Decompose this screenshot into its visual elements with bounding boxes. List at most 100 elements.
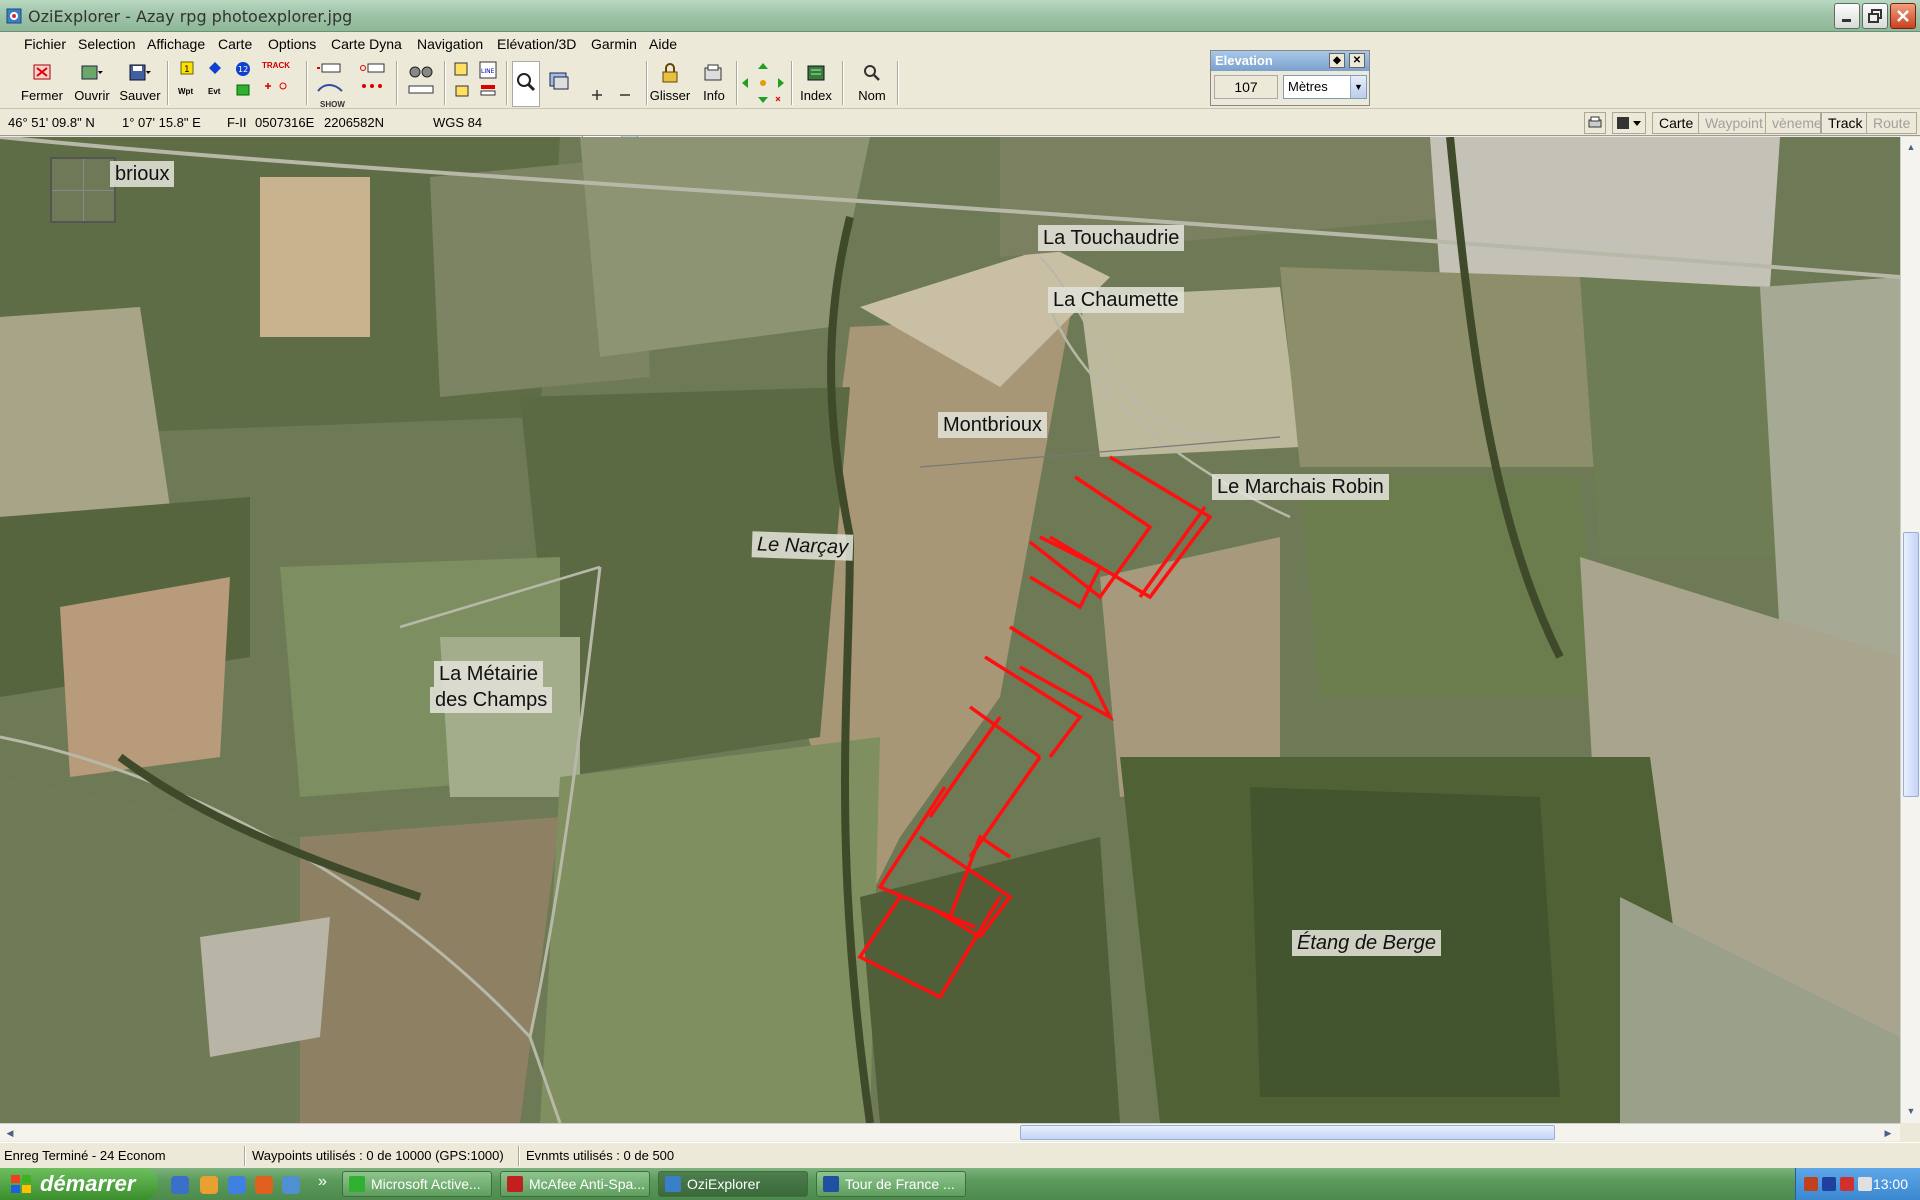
menu-selection[interactable]: Selection [78,36,136,52]
index-icon [807,65,825,81]
print-button[interactable] [1584,112,1606,134]
task-tour-de-france[interactable]: Tour de France ... [816,1171,966,1197]
evt-label: Evt [208,87,221,96]
evt-tool[interactable]: Evt [202,61,228,107]
close-icon[interactable]: ✕ [1349,53,1365,68]
place-label: Étang de Berge [1292,930,1441,956]
overview-thumbnail[interactable] [50,157,116,223]
coordinate-bar: 46° 51' 09.8" N 1° 07' 15.8" E F-II 0507… [0,110,1920,136]
toolbar-separator [444,61,446,105]
app-task-icon [665,1176,681,1192]
name-search-tool[interactable] [404,61,438,107]
sauver-button[interactable]: Sauver [118,61,162,107]
grid-zone-readout: F-II [227,115,247,130]
zoom-tool[interactable] [512,61,540,107]
maximize-button[interactable] [1862,3,1888,29]
tab-route[interactable]: Route [1866,112,1918,134]
nom-button[interactable]: Nom [852,61,892,107]
overlay-icon [454,62,468,76]
menu-carte[interactable]: Carte [218,36,252,52]
map-overlay-tool[interactable] [450,61,474,107]
lock-icon [662,63,678,83]
scroll-down-icon[interactable]: ▼ [1903,1103,1919,1119]
menu-fichier[interactable]: Fichier [24,36,66,52]
vertical-scroll-thumb[interactable] [1903,532,1919,797]
horizontal-scroll-thumb[interactable] [1020,1125,1555,1140]
task-mcafee[interactable]: McAfee Anti-Spa... [500,1171,650,1197]
place-label: La Métairie [434,661,543,687]
info-label: Info [703,88,725,103]
elevation-header[interactable]: Elevation ◆ ✕ [1211,51,1369,71]
zoom-out-icon[interactable] [618,88,632,102]
task-oziexplorer[interactable]: OziExplorer [658,1171,808,1197]
show-waypoints-tool[interactable]: SHOW [312,61,348,109]
show-track-icon [317,84,343,92]
place-label: La Chaumette [1048,287,1184,313]
numbered-wpt-tool[interactable]: 12 [230,61,256,107]
index-button[interactable]: Index [796,61,836,107]
window-icon [549,72,569,90]
menu-affichage[interactable]: Affichage [147,36,205,52]
vertical-scrollbar[interactable]: ▲ ▼ [1900,137,1920,1123]
save-icon [129,64,151,81]
toolbar-separator [736,61,738,105]
latitude-readout: 46° 51' 09.8" N [8,115,95,130]
task-microsoft-active[interactable]: Microsoft Active... [342,1171,492,1197]
fermer-button[interactable]: Fermer [20,61,64,107]
info-button[interactable]: Info [697,61,731,107]
toolbar-separator [646,61,648,105]
tab-track[interactable]: Track [1821,112,1870,134]
tab-carte[interactable]: Carte [1652,112,1701,134]
show-route-tool[interactable] [354,61,390,107]
pan-control[interactable] [740,61,786,107]
quicklaunch-more-icon[interactable]: » [318,1173,327,1191]
scroll-right-icon[interactable]: ▶ [1880,1125,1896,1141]
tab-evenement[interactable]: vèneme [1765,112,1821,134]
zoom-in-icon[interactable] [590,88,604,102]
app-task-icon [507,1176,523,1192]
info-icon [704,64,722,81]
scroll-up-icon[interactable]: ▲ [1903,139,1919,155]
tray-mcafee-icon[interactable] [1840,1177,1854,1191]
scroll-left-icon[interactable]: ◀ [2,1125,18,1141]
map-layer-icon [236,84,250,96]
menu-aide[interactable]: Aide [649,36,677,52]
menu-garmin[interactable]: Garmin [591,36,637,52]
line-icon: LINE [479,61,497,79]
quicklaunch-desktop-icon[interactable] [282,1176,300,1194]
track-tool[interactable]: TRACK [258,61,294,107]
tray-volume-icon[interactable] [1858,1177,1872,1191]
quicklaunch-firefox-icon[interactable] [255,1176,273,1194]
show-route-icon [362,84,382,88]
quicklaunch-browser-icon[interactable] [228,1176,246,1194]
clock[interactable]: 13:00 [1873,1176,1908,1192]
toolbar-separator [791,61,793,105]
menu-options[interactable]: Options [268,36,316,52]
close-button[interactable] [1890,3,1916,29]
ouvrir-button[interactable]: Ouvrir [72,61,112,107]
tray-network-icon[interactable] [1822,1177,1836,1191]
pin-icon[interactable]: ◆ [1329,53,1345,68]
menu-elevation-3d[interactable]: Elévation/3D [497,36,576,52]
menu-carte-dyna[interactable]: Carte Dyna [331,36,402,52]
line-tool[interactable]: LINE [476,61,500,107]
quicklaunch-ie-icon[interactable] [171,1176,189,1194]
tray-security-icon[interactable] [1804,1177,1818,1191]
quicklaunch-messenger-icon[interactable] [200,1176,218,1194]
wpt-tool[interactable]: 1 Wpt [174,61,200,107]
tab-waypoint[interactable]: Waypoint [1698,112,1770,134]
save-view-button[interactable] [1612,112,1646,134]
minimize-button[interactable] [1834,3,1860,29]
map-window-tool[interactable] [545,61,573,107]
index-label: Index [800,88,832,103]
horizontal-scrollbar[interactable]: ◀ ▶ [0,1123,1900,1141]
moving-map-icon [455,85,469,97]
glisser-button[interactable]: Glisser [650,61,690,107]
elevation-unit-select[interactable]: Mètres ▼ [1283,75,1367,99]
printer-icon [1588,116,1602,128]
start-button[interactable]: démarrer [0,1168,158,1200]
map-view[interactable]: brioux La Touchaudrie La Chaumette Montb… [0,137,1900,1123]
nom-label: Nom [858,88,886,103]
menu-navigation[interactable]: Navigation [417,36,483,52]
svg-text:12: 12 [238,65,248,74]
